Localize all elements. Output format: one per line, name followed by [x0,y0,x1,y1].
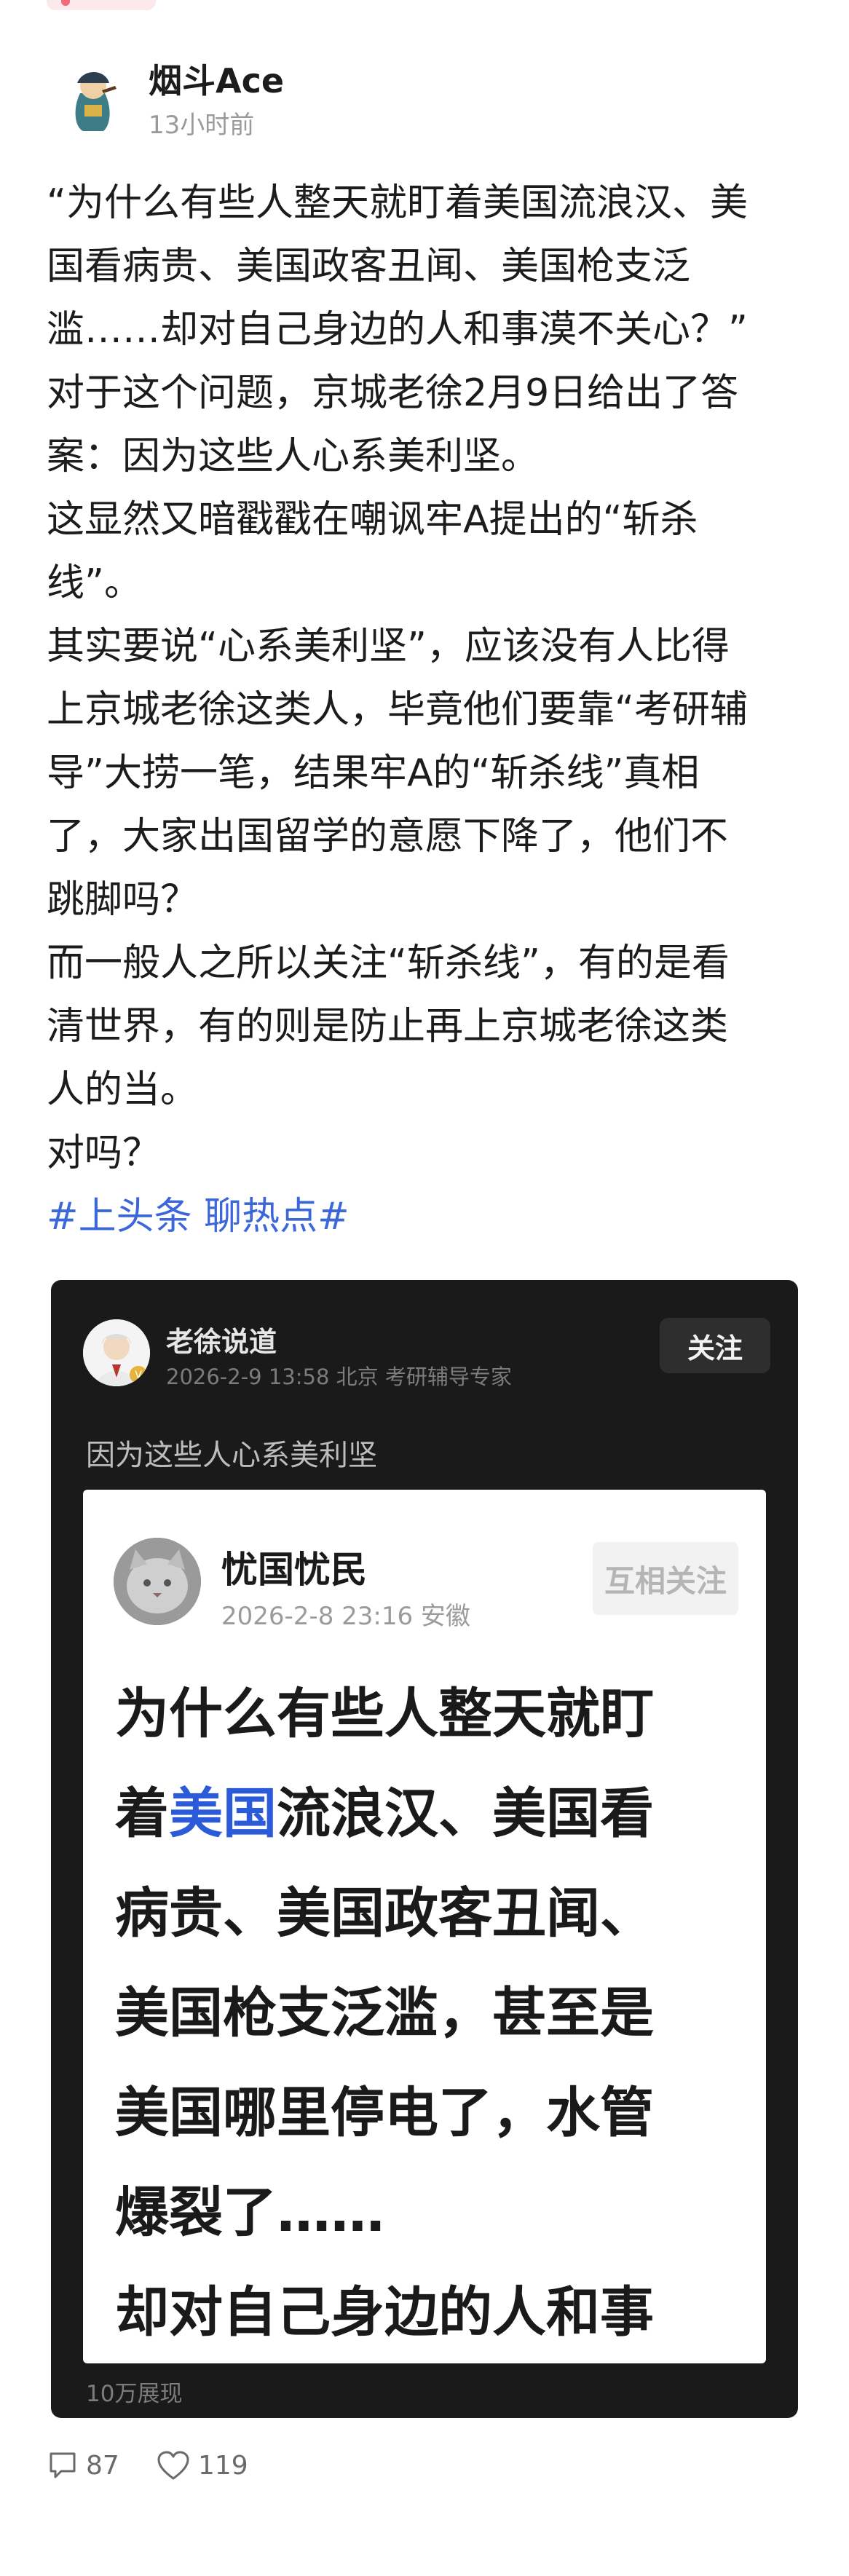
like-button[interactable]: 119 [156,2449,248,2481]
quoted-screenshot: 忧国忧民 2026-2-8 23:16 安徽 互相关注 为什么有些人整天就盯 着… [83,1490,766,2363]
inner-line-text: 流浪汉、美国看 [277,1782,654,1845]
inner-body: 为什么有些人整天就盯 着美国流浪汉、美国看 病贵、美国政客丑闻、 美国枪支泛滥，… [115,1664,741,2363]
inner-link: 美国 [169,1782,277,1845]
quoted-meta: 2026-2-9 13:58 北京 考研辅导专家 [166,1364,512,1389]
like-count: 119 [198,2450,248,2481]
post-footer: 87 119 [47,2446,483,2490]
inner-line-text: 着 [115,1782,169,1845]
view-count: 10万展现 [86,2381,183,2407]
inner-line: 病贵、美国政客丑闻、 美国枪支泛滥，甚至是 美国哪里停电了，水管 爆裂了…… 却… [115,1882,654,2344]
quoted-author-name[interactable]: 老徐说道 [166,1319,277,1359]
post-body: “为什么有些人整天就盯着美国流浪汉、美 国看病贵、美国政客丑闻、美国枪支泛 滥…… [47,172,811,1249]
inner-author-name: 忧国忧民 [221,1549,367,1591]
comment-icon [50,2452,76,2478]
post-paragraph: 对于这个问题，京城老徐2月9日给出了答 案：因为这些人心系美利坚。 [47,371,739,478]
post-paragraph: 其实要说“心系美利坚”，应该没有人比得 上京城老徐这类人，毕竟他们要靠“考研辅 … [47,625,748,922]
follow-button[interactable]: 关注 [660,1318,770,1373]
svg-text:V: V [135,1370,142,1381]
author-name[interactable]: 烟斗Ace [149,55,284,103]
inner-meta: 2026-2-8 23:16 安徽 [221,1602,470,1631]
like-icon [157,2451,189,2480]
inner-line: 着美国流浪汉、美国看 [115,1764,741,1864]
inner-line: 为什么有些人整天就盯 [115,1683,654,1745]
comment-button[interactable]: 87 [47,2449,119,2481]
author-avatar[interactable] [58,64,128,134]
quoted-author-avatar[interactable]: V [83,1319,150,1386]
hashtag-link[interactable]: #上头条 聊热点# [47,1185,811,1249]
post-paragraph: 这显然又暗戳戳在嘲讽牢A提出的“斩杀 线”。 [47,498,698,605]
mutual-follow-button: 互相关注 [593,1542,738,1615]
quoted-text: 因为这些人心系美利坚 [86,1439,377,1472]
post-time: 13小时前 [149,111,255,140]
post-paragraph: 对吗？ [47,1131,161,1175]
quoted-post-card[interactable]: V 老徐说道 2026-2-9 13:58 北京 考研辅导专家 关注 因为这些人… [51,1280,798,2418]
post-paragraph: “为什么有些人整天就盯着美国流浪汉、美 国看病贵、美国政客丑闻、美国枪支泛 滥…… [47,181,748,352]
post-paragraph: 而一般人之所以关注“斩杀线”，有的是看 清世界，有的则是防止再上京城老徐这类 人… [47,941,730,1112]
comment-count: 87 [86,2450,119,2481]
inner-author-avatar [114,1538,201,1625]
post-header: 烟斗Ace 13小时前 [47,51,804,146]
